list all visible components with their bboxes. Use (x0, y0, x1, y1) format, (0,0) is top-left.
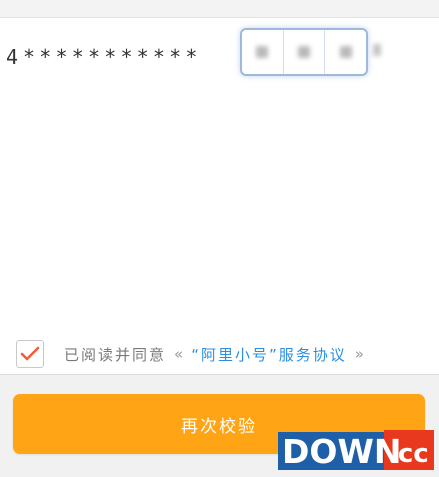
agreement-row: 已阅读并同意 « “阿里小号”服务协议 » (16, 340, 372, 368)
masked-phone-number: 4 *********** (6, 40, 202, 74)
phone-masked-stars: *********** (23, 45, 202, 69)
svg-text:.cc: .cc (388, 439, 429, 469)
blurred-digit (373, 44, 381, 56)
blurred-digit (298, 46, 310, 58)
agreement-prefix: 已阅读并同意 (64, 345, 167, 364)
open-quote: « (174, 345, 184, 363)
down-cc-watermark-logo: DOWN .cc (278, 430, 434, 471)
svg-text:DOWN: DOWN (282, 432, 401, 471)
blurred-digit (339, 46, 352, 58)
code-cell-1[interactable] (242, 30, 284, 74)
blurred-digit (256, 46, 269, 58)
agreement-checkbox[interactable] (16, 340, 44, 368)
verification-card: 4 *********** 已阅读并同意 « “阿里小号”服务协议 » (0, 18, 439, 375)
phone-first-digit: 4 (6, 45, 19, 69)
code-cell-3[interactable] (325, 30, 366, 74)
service-agreement-link[interactable]: “阿里小号”服务协议 (191, 344, 347, 365)
verification-code-input[interactable] (240, 28, 368, 76)
checkmark-icon (20, 346, 40, 361)
close-quote: » (354, 345, 364, 363)
top-strip (0, 0, 439, 18)
code-cell-2[interactable] (284, 30, 326, 74)
